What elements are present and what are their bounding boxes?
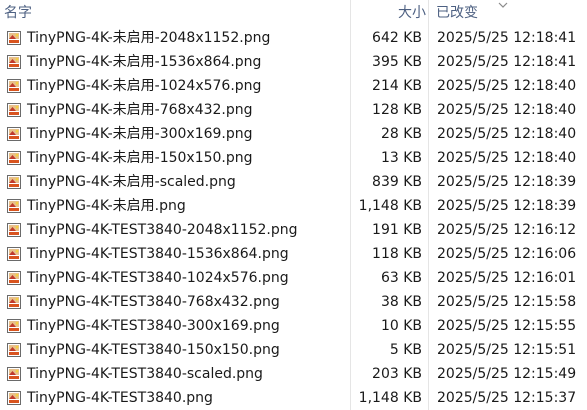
file-modified-date: 2025/5/25 12:16:01 bbox=[437, 270, 577, 286]
file-modified-date: 2025/5/25 12:18:41 bbox=[437, 30, 577, 46]
file-row[interactable]: TinyPNG-4K-未启用.png 1,148 KB 2025/5/25 12:1… bbox=[0, 194, 587, 218]
png-image-file-icon bbox=[7, 79, 21, 93]
file-size: 642 KB bbox=[372, 30, 422, 46]
file-row[interactable]: TinyPNG-4K-TEST3840-300x169.png 10 KB 2025… bbox=[0, 314, 587, 338]
png-image-file-icon bbox=[7, 31, 21, 45]
file-row[interactable]: TinyPNG-4K-TEST3840-150x150.png 5 KB 2025/… bbox=[0, 338, 587, 362]
file-size: 395 KB bbox=[372, 54, 422, 70]
file-modified-date: 2025/5/25 12:15:55 bbox=[437, 318, 577, 334]
file-row[interactable]: TinyPNG-4K-未启用-150x150.png 13 KB 2025/5/25… bbox=[0, 146, 587, 170]
file-size: 118 KB bbox=[372, 246, 422, 262]
column-header-date[interactable]: 已改变 bbox=[436, 0, 586, 26]
file-size: 5 KB bbox=[389, 342, 422, 358]
file-modified-date: 2025/5/25 12:18:41 bbox=[437, 54, 577, 70]
file-name: TinyPNG-4K-TEST3840-scaled.png bbox=[27, 366, 263, 382]
file-name: TinyPNG-4K-未启用-300x169.png bbox=[27, 126, 253, 142]
file-row[interactable]: TinyPNG-4K-未启用-scaled.png 839 KB 2025/5/25… bbox=[0, 170, 587, 194]
file-modified-date: 2025/5/25 12:18:40 bbox=[437, 150, 577, 166]
file-row[interactable]: TinyPNG-4K-未启用-300x169.png 28 KB 2025/5/25… bbox=[0, 122, 587, 146]
file-name: TinyPNG-4K-未启用.png bbox=[27, 198, 186, 214]
file-name: TinyPNG-4K-未启用-2048x1152.png bbox=[27, 30, 271, 46]
file-modified-date: 2025/5/25 12:18:39 bbox=[437, 198, 577, 214]
file-size: 63 KB bbox=[380, 270, 422, 286]
png-image-file-icon bbox=[7, 103, 21, 117]
png-image-file-icon bbox=[7, 199, 21, 213]
file-row[interactable]: TinyPNG-4K-TEST3840-scaled.png 203 KB 2025… bbox=[0, 362, 587, 386]
file-name: TinyPNG-4K-未启用-1536x864.png bbox=[27, 54, 262, 70]
file-size: 13 KB bbox=[380, 150, 422, 166]
file-modified-date: 2025/5/25 12:18:40 bbox=[437, 102, 577, 118]
png-image-file-icon bbox=[7, 175, 21, 189]
file-name: TinyPNG-4K-TEST3840.png bbox=[27, 390, 213, 406]
sort-descending-chevron-icon bbox=[498, 2, 508, 8]
file-size: 214 KB bbox=[372, 78, 422, 94]
png-image-file-icon bbox=[7, 247, 21, 261]
file-name: TinyPNG-4K-未启用-1024x576.png bbox=[27, 78, 262, 94]
file-size: 839 KB bbox=[372, 174, 422, 190]
file-name: TinyPNG-4K-未启用-768x432.png bbox=[27, 102, 253, 118]
png-image-file-icon bbox=[7, 151, 21, 165]
file-size: 1,148 KB bbox=[358, 198, 422, 214]
file-name: TinyPNG-4K-TEST3840-768x432.png bbox=[27, 294, 280, 310]
file-row[interactable]: TinyPNG-4K-TEST3840.png 1,148 KB 2025/5/25… bbox=[0, 386, 587, 410]
column-header: 名字 大小 已改变 bbox=[0, 0, 587, 26]
column-header-size[interactable]: 大小 bbox=[352, 0, 426, 26]
file-row[interactable]: TinyPNG-4K-未启用-1024x576.png 214 KB 2025/5/… bbox=[0, 74, 587, 98]
file-name: TinyPNG-4K-TEST3840-1024x576.png bbox=[27, 270, 289, 286]
file-name: TinyPNG-4K-TEST3840-2048x1152.png bbox=[27, 222, 298, 238]
file-size: 191 KB bbox=[372, 222, 422, 238]
png-image-file-icon bbox=[7, 55, 21, 69]
file-name: TinyPNG-4K-TEST3840-150x150.png bbox=[27, 342, 280, 358]
file-row[interactable]: TinyPNG-4K-未启用-2048x1152.png 642 KB 2025/5… bbox=[0, 26, 587, 50]
file-row[interactable]: TinyPNG-4K-未启用-1536x864.png 395 KB 2025/5/… bbox=[0, 50, 587, 74]
file-row[interactable]: TinyPNG-4K-未启用-768x432.png 128 KB 2025/5/2… bbox=[0, 98, 587, 122]
file-modified-date: 2025/5/25 12:16:06 bbox=[437, 246, 577, 262]
file-size: 28 KB bbox=[380, 126, 422, 142]
png-image-file-icon bbox=[7, 391, 21, 405]
column-header-name[interactable]: 名字 bbox=[4, 0, 349, 26]
file-name: TinyPNG-4K-未启用-150x150.png bbox=[27, 150, 253, 166]
file-modified-date: 2025/5/25 12:18:40 bbox=[437, 78, 577, 94]
png-image-file-icon bbox=[7, 127, 21, 141]
png-image-file-icon bbox=[7, 367, 21, 381]
file-row[interactable]: TinyPNG-4K-TEST3840-2048x1152.png 191 KB 2… bbox=[0, 218, 587, 242]
file-size: 10 KB bbox=[380, 318, 422, 334]
png-image-file-icon bbox=[7, 295, 21, 309]
file-modified-date: 2025/5/25 12:15:37 bbox=[437, 390, 577, 406]
file-size: 38 KB bbox=[380, 294, 422, 310]
file-size: 128 KB bbox=[372, 102, 422, 118]
png-image-file-icon bbox=[7, 319, 21, 333]
file-size: 203 KB bbox=[372, 366, 422, 382]
png-image-file-icon bbox=[7, 271, 21, 285]
file-modified-date: 2025/5/25 12:15:51 bbox=[437, 342, 577, 358]
file-name: TinyPNG-4K-TEST3840-1536x864.png bbox=[27, 246, 289, 262]
file-name: TinyPNG-4K-未启用-scaled.png bbox=[27, 174, 236, 190]
file-row[interactable]: TinyPNG-4K-TEST3840-768x432.png 38 KB 2025… bbox=[0, 290, 587, 314]
png-image-file-icon bbox=[7, 343, 21, 357]
file-modified-date: 2025/5/25 12:15:49 bbox=[437, 366, 577, 382]
png-image-file-icon bbox=[7, 223, 21, 237]
file-modified-date: 2025/5/25 12:18:40 bbox=[437, 126, 577, 142]
file-name: TinyPNG-4K-TEST3840-300x169.png bbox=[27, 318, 280, 334]
file-row[interactable]: TinyPNG-4K-TEST3840-1024x576.png 63 KB 202… bbox=[0, 266, 587, 290]
file-modified-date: 2025/5/25 12:16:12 bbox=[437, 222, 577, 238]
file-list: TinyPNG-4K-未启用-2048x1152.png 642 KB 2025/5… bbox=[0, 26, 587, 410]
file-size: 1,148 KB bbox=[358, 390, 422, 406]
file-modified-date: 2025/5/25 12:18:39 bbox=[437, 174, 577, 190]
file-modified-date: 2025/5/25 12:15:58 bbox=[437, 294, 577, 310]
file-row[interactable]: TinyPNG-4K-TEST3840-1536x864.png 118 KB 20… bbox=[0, 242, 587, 266]
